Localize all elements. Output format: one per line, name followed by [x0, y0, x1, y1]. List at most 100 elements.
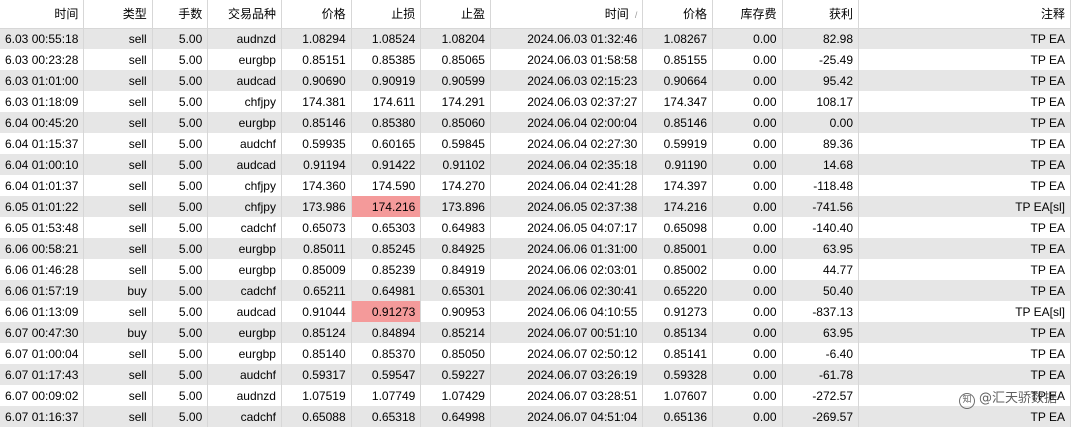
table-row[interactable]: 6.03 01:18:09 sell 5.00 chfjpy 174.381 174.61…: [0, 91, 1071, 112]
cell-take-profit: 173.896: [420, 196, 491, 217]
table-row[interactable]: 6.06 01:57:19 buy 5.00 cadchf 0.65211 0.64981…: [0, 280, 1071, 301]
cell-open-price: 0.91194: [281, 154, 352, 175]
cell-volume: 5.00: [152, 91, 209, 112]
cell-take-profit: 0.59845: [420, 133, 491, 154]
cell-open-price: 0.85140: [281, 343, 352, 364]
cell-close-price: 174.397: [642, 175, 713, 196]
cell-swap: 0.00: [712, 343, 783, 364]
cell-take-profit: 1.08204: [420, 28, 491, 49]
table-row[interactable]: 6.04 00:45:20 sell 5.00 eurgbp 0.85146 0.8538…: [0, 112, 1071, 133]
column-header-label: 价格: [682, 7, 707, 22]
cell-profit: -118.48: [782, 175, 860, 196]
column-header-label: 止损: [391, 7, 416, 22]
column-header-symbol[interactable]: 交易品种: [207, 0, 282, 29]
table-row[interactable]: 6.07 00:09:02 sell 5.00 audnzd 1.07519 1.0774…: [0, 385, 1071, 406]
cell-volume: 5.00: [152, 196, 209, 217]
cell-close-time: 2024.06.04 02:27:30: [490, 133, 644, 154]
cell-symbol: audcad: [207, 301, 282, 322]
table-row[interactable]: 6.04 01:15:37 sell 5.00 audchf 0.59935 0.6016…: [0, 133, 1071, 154]
cell-open-price: 0.65073: [281, 217, 352, 238]
cell-volume: 5.00: [152, 154, 209, 175]
cell-close-price: 0.65098: [642, 217, 713, 238]
cell-open-time: 6.05 01:53:48: [0, 217, 85, 238]
table-row[interactable]: 6.07 00:47:30 buy 5.00 eurgbp 0.85124 0.84894…: [0, 322, 1071, 343]
column-header-label: 手数: [178, 7, 203, 22]
table-row[interactable]: 6.05 01:53:48 sell 5.00 cadchf 0.65073 0.6530…: [0, 217, 1071, 238]
cell-type: sell: [83, 364, 153, 385]
column-header-open-time[interactable]: 时间: [0, 0, 85, 29]
cell-take-profit: 0.59227: [420, 364, 491, 385]
header-row: 时间 类型 手数 交易品种 价格 止损 止盈 时间 / 价格 库存费 获利 注释: [0, 0, 1071, 29]
cell-volume: 5.00: [152, 280, 209, 301]
column-header-volume[interactable]: 手数: [152, 0, 209, 29]
cell-comment: TP EA: [858, 70, 1071, 91]
cell-close-time: 2024.06.06 04:10:55: [490, 301, 644, 322]
cell-take-profit: 174.270: [420, 175, 491, 196]
cell-take-profit: 0.85214: [420, 322, 491, 343]
cell-swap: 0.00: [712, 364, 783, 385]
cell-comment: TP EA: [858, 49, 1071, 70]
cell-take-profit: 0.84925: [420, 238, 491, 259]
cell-stop-loss: 0.85245: [351, 238, 422, 259]
cell-open-price: 0.65211: [281, 280, 352, 301]
cell-close-price: 174.216: [642, 196, 713, 217]
column-header-profit[interactable]: 获利: [782, 0, 860, 29]
cell-open-time: 6.07 00:09:02: [0, 385, 85, 406]
cell-close-time: 2024.06.07 04:51:04: [490, 406, 644, 427]
table-row[interactable]: 6.07 01:16:37 sell 5.00 cadchf 0.65088 0.6531…: [0, 406, 1071, 427]
column-header-open-price[interactable]: 价格: [281, 0, 352, 29]
table-row[interactable]: 6.05 01:01:22 sell 5.00 chfjpy 173.986 174.21…: [0, 196, 1071, 217]
column-header-comment[interactable]: 注释: [858, 0, 1071, 29]
cell-open-price: 174.360: [281, 175, 352, 196]
table-row[interactable]: 6.07 01:17:43 sell 5.00 audchf 0.59317 0.5954…: [0, 364, 1071, 385]
cell-comment: TP EA: [858, 112, 1071, 133]
table-row[interactable]: 6.06 00:58:21 sell 5.00 eurgbp 0.85011 0.8524…: [0, 238, 1071, 259]
column-header-label: 交易品种: [227, 7, 276, 22]
table-row[interactable]: 6.03 01:01:00 sell 5.00 audcad 0.90690 0.9091…: [0, 70, 1071, 91]
cell-close-price: 1.07607: [642, 385, 713, 406]
cell-take-profit: 0.64998: [420, 406, 491, 427]
cell-symbol: audchf: [207, 133, 282, 154]
cell-symbol: cadchf: [207, 280, 282, 301]
cell-profit: 82.98: [782, 28, 860, 49]
cell-volume: 5.00: [152, 322, 209, 343]
cell-close-time: 2024.06.03 02:15:23: [490, 70, 644, 91]
column-header-close-time[interactable]: 时间 /: [490, 0, 644, 29]
column-header-type[interactable]: 类型: [83, 0, 153, 29]
cell-stop-loss: 1.07749: [351, 385, 422, 406]
cell-profit: 63.95: [782, 238, 860, 259]
cell-open-price: 0.59935: [281, 133, 352, 154]
table-row[interactable]: 6.03 00:55:18 sell 5.00 audnzd 1.08294 1.0852…: [0, 28, 1071, 49]
table-row[interactable]: 6.04 01:00:10 sell 5.00 audcad 0.91194 0.9142…: [0, 154, 1071, 175]
cell-close-time: 2024.06.04 02:35:18: [490, 154, 644, 175]
table-row[interactable]: 6.04 01:01:37 sell 5.00 chfjpy 174.360 174.59…: [0, 175, 1071, 196]
table-row[interactable]: 6.06 01:13:09 sell 5.00 audcad 0.91044 0.9127…: [0, 301, 1071, 322]
cell-open-price: 174.381: [281, 91, 352, 112]
cell-open-time: 6.04 00:45:20: [0, 112, 85, 133]
cell-stop-loss: 0.85239: [351, 259, 422, 280]
column-header-take-profit[interactable]: 止盈: [420, 0, 491, 29]
table-row[interactable]: 6.06 01:46:28 sell 5.00 eurgbp 0.85009 0.8523…: [0, 259, 1071, 280]
cell-profit: -61.78: [782, 364, 860, 385]
cell-close-time: 2024.06.06 01:31:00: [490, 238, 644, 259]
cell-type: sell: [83, 133, 153, 154]
cell-open-time: 6.04 01:15:37: [0, 133, 85, 154]
cell-close-price: 0.91190: [642, 154, 713, 175]
cell-swap: 0.00: [712, 70, 783, 91]
cell-close-time: 2024.06.03 02:37:27: [490, 91, 644, 112]
cell-type: sell: [83, 238, 153, 259]
column-header-label: 获利: [829, 7, 854, 22]
cell-profit: 95.42: [782, 70, 860, 91]
cell-comment: TP EA: [858, 217, 1071, 238]
cell-profit: -837.13: [782, 301, 860, 322]
column-header-close-price[interactable]: 价格: [642, 0, 713, 29]
cell-open-time: 6.03 00:23:28: [0, 49, 85, 70]
cell-stop-loss: 0.91422: [351, 154, 422, 175]
cell-open-time: 6.05 01:01:22: [0, 196, 85, 217]
table-row[interactable]: 6.07 01:00:04 sell 5.00 eurgbp 0.85140 0.8537…: [0, 343, 1071, 364]
cell-swap: 0.00: [712, 406, 783, 427]
column-header-stop-loss[interactable]: 止损: [351, 0, 422, 29]
cell-open-price: 0.85146: [281, 112, 352, 133]
table-row[interactable]: 6.03 00:23:28 sell 5.00 eurgbp 0.85151 0.8538…: [0, 49, 1071, 70]
column-header-swap[interactable]: 库存费: [712, 0, 783, 29]
